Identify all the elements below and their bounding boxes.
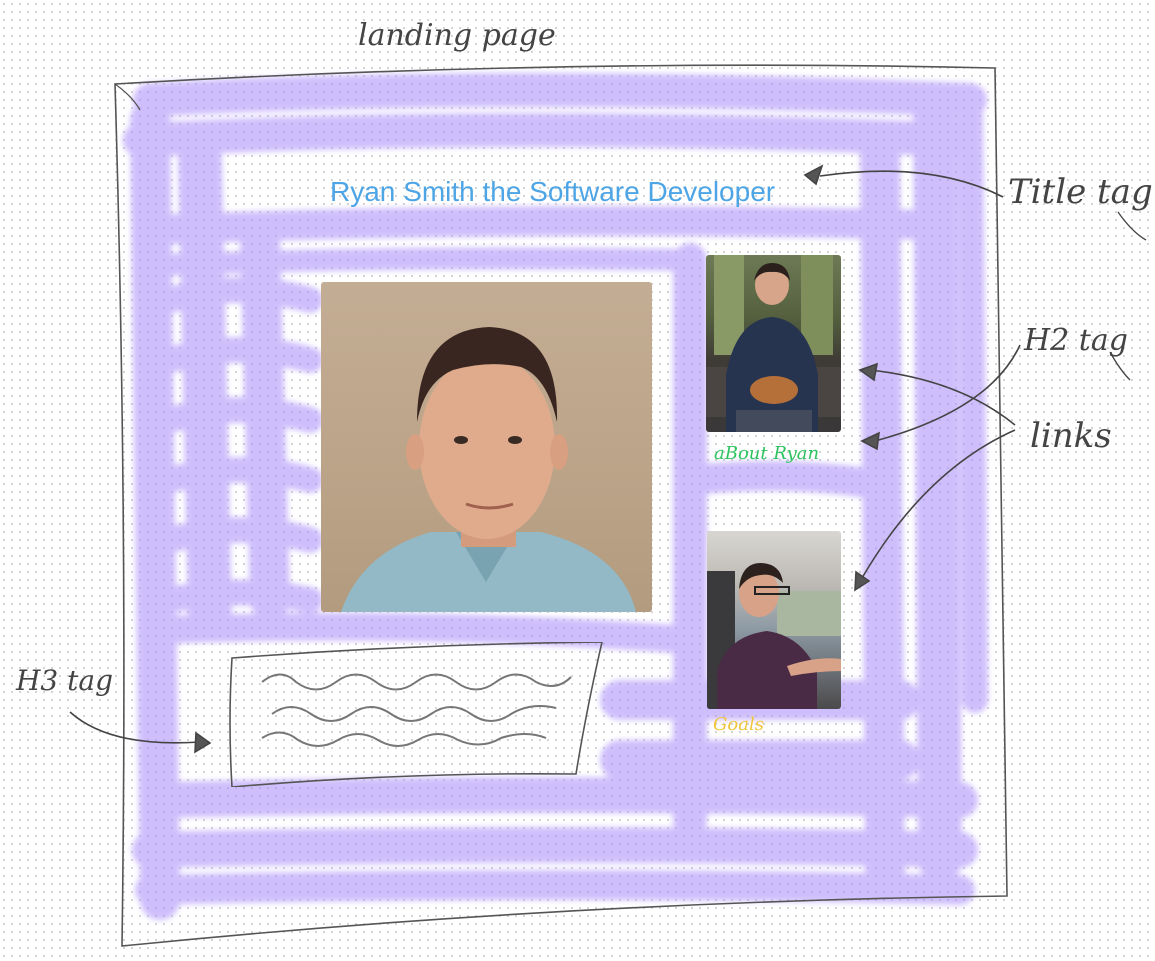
scribble-line [261, 731, 547, 747]
about-ryan-photo[interactable] [706, 255, 841, 432]
goals-photo[interactable] [707, 531, 841, 709]
h3-placeholder-box [226, 641, 606, 788]
scribble-line [261, 673, 572, 691]
h2-tag-annotation: H2 tag [1024, 323, 1128, 358]
goals-link[interactable]: Goals [713, 714, 764, 735]
scribble-line [271, 705, 557, 722]
title-tag-annotation: Title tag [1008, 172, 1153, 212]
h3-tag-annotation: H3 tag [16, 664, 114, 697]
page-title: Ryan Smith the Software Developer [330, 176, 776, 207]
landing-page-annotation: landing page [358, 18, 556, 53]
links-annotation: links [1030, 416, 1112, 456]
about-ryan-link[interactable]: aBout Ryan [714, 443, 819, 464]
portrait-photo [321, 282, 652, 612]
